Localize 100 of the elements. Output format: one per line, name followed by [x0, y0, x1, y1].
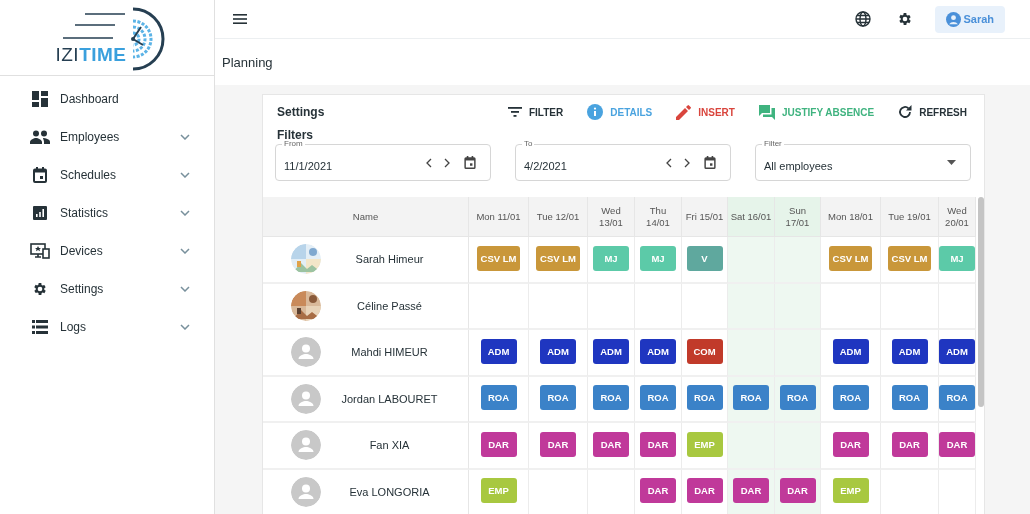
table-cell[interactable]: DAR	[728, 469, 775, 514]
sidebar-item[interactable]: Schedules	[0, 156, 214, 194]
schedule-tag[interactable]: ROA	[733, 385, 769, 411]
schedule-tag[interactable]: CSV LM	[887, 245, 932, 271]
table-cell[interactable]: ADM	[881, 330, 939, 377]
table-cell[interactable]	[469, 283, 529, 330]
employee-name: Jordan LABOURET	[340, 392, 439, 405]
table-cell[interactable]: ADM	[469, 330, 529, 377]
schedule-tag[interactable]: ROA	[891, 385, 928, 411]
toolbar-button[interactable]: DETAILS	[578, 104, 662, 120]
toolbar-button[interactable]: REFRESH	[889, 104, 976, 120]
sidebar-item[interactable]: Settings	[0, 270, 214, 308]
table-cell[interactable]: DAR	[682, 469, 728, 514]
sidebar-item[interactable]: Dashboard	[0, 80, 214, 118]
table-cell[interactable]: DAR	[635, 469, 682, 514]
toolbar-button[interactable]: INSERT	[667, 104, 744, 120]
page-title: Planning	[215, 39, 1030, 85]
table-cell[interactable]: DAR	[588, 423, 635, 470]
sidebar-item[interactable]: Employees	[0, 118, 214, 156]
pencil-icon	[676, 104, 692, 120]
table-cell[interactable]: ROA	[635, 376, 682, 423]
schedule-tag[interactable]: CSV LM	[536, 245, 580, 271]
schedule-tag[interactable]: DAR	[480, 431, 517, 457]
table-cell[interactable]: ROA	[881, 376, 939, 423]
table-cell[interactable]: CSV LM	[881, 237, 939, 284]
schedule-tag[interactable]: ROA	[686, 385, 723, 411]
table-cell[interactable]: ROA	[682, 376, 728, 423]
table-cell[interactable]: ROA	[939, 376, 976, 423]
schedule-tag[interactable]: CSV LM	[828, 245, 873, 271]
schedule-tag[interactable]: COM	[686, 338, 723, 364]
sidebar-item[interactable]: Statistics	[0, 194, 214, 232]
table-cell[interactable]: DAR	[635, 423, 682, 470]
table-cell[interactable]: ROA	[728, 376, 775, 423]
table-cell[interactable]	[775, 237, 821, 284]
table-cell[interactable]: ROA	[821, 376, 881, 423]
chevron-left-icon[interactable]	[426, 157, 432, 168]
schedule-tag[interactable]: ROA	[832, 385, 869, 411]
table-cell[interactable]: ADM	[529, 330, 588, 377]
table-cell[interactable]: DAR	[775, 469, 821, 514]
schedule-tag[interactable]: DAR	[540, 431, 576, 457]
toolbar-button[interactable]: JUSTIFY ABSENCE	[749, 104, 884, 120]
schedule-tag[interactable]: DAR	[891, 431, 928, 457]
schedule-tag[interactable]: DAR	[939, 431, 975, 457]
table-cell[interactable]	[728, 237, 775, 284]
table-cell[interactable]: DAR	[939, 423, 976, 470]
table-cell[interactable]: ROA	[529, 376, 588, 423]
table-cell[interactable]: CSV LM	[469, 237, 529, 284]
schedule-tag[interactable]: DAR	[686, 478, 723, 504]
toolbar-button[interactable]: FILTER	[498, 104, 573, 120]
table-cell[interactable]: ROA	[588, 376, 635, 423]
table-cell[interactable]: CSV LM	[821, 237, 881, 284]
column-header: Wed 13/01	[588, 197, 635, 237]
chevron-right-icon[interactable]	[444, 157, 450, 168]
schedule-tag[interactable]: ADM	[640, 338, 676, 364]
schedule-tag[interactable]: ROA	[593, 385, 629, 411]
scrollbar-thumb[interactable]	[978, 197, 984, 407]
schedule-tag[interactable]: ROA	[640, 385, 676, 411]
schedule-tag[interactable]: ADM	[593, 338, 629, 364]
schedule-tag[interactable]: ADM	[480, 338, 517, 364]
menu-icon[interactable]	[233, 14, 247, 24]
schedule-tag[interactable]: ROA	[939, 385, 975, 411]
calendar-icon[interactable]	[464, 156, 476, 169]
table-cell[interactable]: DAR	[529, 423, 588, 470]
schedule-tag[interactable]: ADM	[891, 338, 928, 364]
schedule-tag[interactable]: ADM	[832, 338, 869, 364]
filter-icon	[507, 107, 522, 117]
card-title: Settings	[277, 105, 326, 119]
schedule-tag[interactable]: DAR	[640, 431, 676, 457]
schedule-tag[interactable]: CSV LM	[476, 245, 521, 271]
table-cell[interactable]: DAR	[469, 423, 529, 470]
table-cell[interactable]: ROA	[469, 376, 529, 423]
schedule-tag[interactable]: ROA	[480, 385, 517, 411]
schedule-tag[interactable]: DAR	[640, 478, 676, 504]
table-cell[interactable]: DAR	[881, 423, 939, 470]
schedule-tag[interactable]: ADM	[939, 338, 975, 364]
table-cell[interactable]: DAR	[821, 423, 881, 470]
schedule-tag[interactable]: V	[686, 245, 723, 271]
schedule-tag[interactable]: DAR	[593, 431, 629, 457]
logo-lines-icon	[62, 12, 127, 42]
schedule-tag[interactable]: ADM	[540, 338, 576, 364]
table-cell[interactable]: COM	[682, 330, 728, 377]
user-button[interactable]: Sarah	[935, 5, 1005, 33]
sidebar-item[interactable]: Logs	[0, 308, 214, 346]
schedule-tag[interactable]: ROA	[779, 385, 816, 411]
table-cell[interactable]: CSV LM	[529, 237, 588, 284]
schedule-tag[interactable]: DAR	[832, 431, 869, 457]
globe-icon[interactable]	[855, 11, 872, 27]
table-cell[interactable]: ADM	[939, 330, 976, 377]
table-cell[interactable]: ROA	[775, 376, 821, 423]
chevron-right-icon[interactable]	[684, 157, 690, 168]
table-cell[interactable]: V	[682, 237, 728, 284]
schedule-tag[interactable]: DAR	[733, 478, 769, 504]
table-cell[interactable]: ADM	[821, 330, 881, 377]
table-cell[interactable]: ADM	[635, 330, 682, 377]
calendar-icon[interactable]	[704, 156, 716, 169]
schedule-tag[interactable]: ROA	[540, 385, 576, 411]
table-cell[interactable]: ADM	[588, 330, 635, 377]
chevron-left-icon[interactable]	[666, 157, 672, 168]
schedule-tag[interactable]: DAR	[779, 478, 816, 504]
sidebar-item[interactable]: Devices	[0, 232, 214, 270]
